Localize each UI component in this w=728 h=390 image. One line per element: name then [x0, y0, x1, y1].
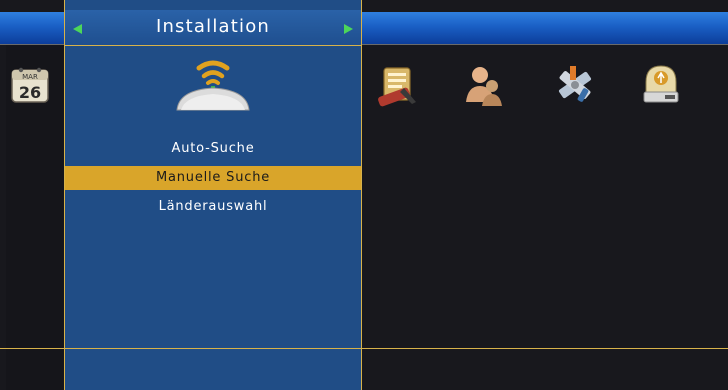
- tools-icon[interactable]: [552, 62, 598, 108]
- calendar-day: 26: [19, 83, 41, 102]
- menu-list: Auto-Suche Manuelle Suche Länderauswahl: [65, 137, 361, 224]
- notes-icon[interactable]: [376, 62, 422, 108]
- calendar-icon[interactable]: MAR 26: [8, 64, 54, 106]
- arrow-right-icon[interactable]: [344, 24, 353, 34]
- panel-title: Installation: [155, 16, 271, 37]
- usb-drive-icon[interactable]: [638, 62, 684, 108]
- panel-header: Installation: [65, 10, 361, 46]
- bottom-divider: [0, 348, 728, 349]
- installation-panel: Installation Auto-Suche Manuelle Suche L…: [64, 0, 362, 390]
- menu-item-manuelle-suche[interactable]: Manuelle Suche: [65, 166, 361, 190]
- users-icon[interactable]: [460, 62, 506, 108]
- calendar-month: MAR: [22, 73, 38, 81]
- menu-item-laenderauswahl[interactable]: Länderauswahl: [65, 195, 361, 219]
- menu-item-auto-suche[interactable]: Auto-Suche: [65, 137, 361, 161]
- antenna-icon: [176, 60, 250, 111]
